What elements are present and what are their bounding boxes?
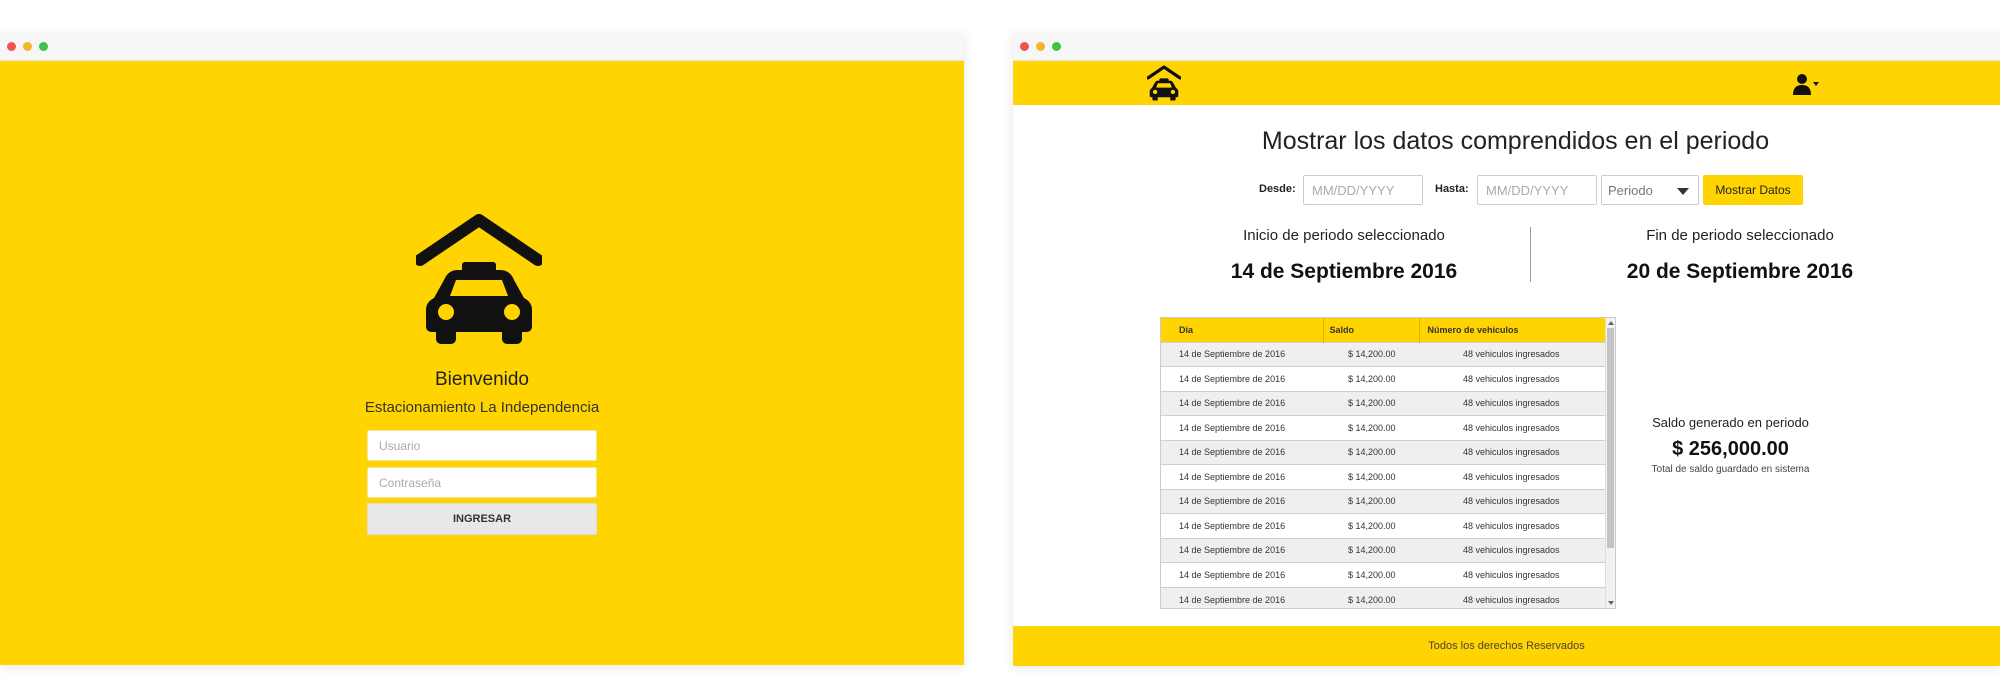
username-input[interactable]: Usuario <box>367 430 597 461</box>
period-select-value: Periodo <box>1608 183 1653 198</box>
window-chrome <box>0 33 964 61</box>
period-select[interactable]: Periodo <box>1601 175 1699 205</box>
table-row[interactable]: 14 de Septiembre de 2016 $ 14,200.00 48 ve… <box>1161 538 1607 563</box>
cell-balance: $ 14,200.00 <box>1348 594 1396 605</box>
cell-balance: $ 14,200.00 <box>1348 422 1396 433</box>
column-header-balance[interactable]: Saldo <box>1323 318 1420 342</box>
period-end-date: 20 de Septiembre 2016 <box>1626 260 1854 283</box>
cell-balance: $ 14,200.00 <box>1348 447 1396 458</box>
cell-vehicles: 48 vehiculos ingresados <box>1463 520 1560 531</box>
table-row[interactable]: 14 de Septiembre de 2016 $ 14,200.00 48 ve… <box>1161 366 1607 391</box>
cell-day: 14 de Septiembre de 2016 <box>1179 349 1286 360</box>
table-row[interactable]: 14 de Septiembre de 2016 $ 14,200.00 48 ve… <box>1161 342 1607 367</box>
from-date-input[interactable]: MM/DD/YYYY <box>1303 175 1423 205</box>
cell-day: 14 de Septiembre de 2016 <box>1179 520 1286 531</box>
close-window-icon[interactable] <box>1020 42 1029 51</box>
period-start-date: 14 de Septiembre 2016 <box>1230 260 1458 283</box>
cell-day: 14 de Septiembre de 2016 <box>1179 569 1286 580</box>
window-chrome <box>1013 33 2000 61</box>
cell-balance: $ 14,200.00 <box>1348 471 1396 482</box>
page-title: Mostrar los datos comprendidos en el per… <box>1261 127 1770 155</box>
cell-balance: $ 14,200.00 <box>1348 496 1396 507</box>
table-row[interactable]: 14 de Septiembre de 2016 $ 14,200.00 48 ve… <box>1161 587 1607 608</box>
table-row[interactable]: 14 de Septiembre de 2016 $ 14,200.00 48 ve… <box>1161 464 1607 489</box>
balance-label: Saldo generado en periodo <box>1652 415 1809 430</box>
cell-vehicles: 48 vehiculos ingresados <box>1463 545 1560 556</box>
login-button[interactable]: INGRESAR <box>367 503 597 535</box>
cell-balance: $ 14,200.00 <box>1348 520 1396 531</box>
period-end-label: Fin de periodo seleccionado <box>1646 227 1834 244</box>
scroll-up-icon[interactable] <box>1608 321 1614 325</box>
cell-vehicles: 48 vehiculos ingresados <box>1463 496 1560 507</box>
balance-summary: Saldo generado en periodo $ 256,000.00 T… <box>1613 415 1848 475</box>
daily-data-table[interactable]: Dia Saldo Número de vehiculos 14 de Sept… <box>1160 317 1616 609</box>
to-date-input[interactable]: MM/DD/YYYY <box>1477 175 1597 205</box>
cell-vehicles: 48 vehiculos ingresados <box>1463 422 1560 433</box>
dashboard-window: Mostrar los datos comprendidos en el per… <box>1013 33 2000 666</box>
cell-vehicles: 48 vehiculos ingresados <box>1463 398 1560 409</box>
table-row[interactable]: 14 de Septiembre de 2016 $ 14,200.00 48 ve… <box>1161 513 1607 538</box>
cell-balance: $ 14,200.00 <box>1348 398 1396 409</box>
login-window: Bienvenido Estacionamiento La Independen… <box>0 33 964 665</box>
cell-day: 14 de Septiembre de 2016 <box>1179 447 1286 458</box>
cell-balance: $ 14,200.00 <box>1348 373 1396 384</box>
cell-day: 14 de Septiembre de 2016 <box>1179 373 1286 384</box>
table-header-row: Dia Saldo Número de vehiculos <box>1161 318 1607 342</box>
from-label: Desde: <box>1259 183 1296 195</box>
garage-car-icon <box>416 214 542 344</box>
cell-vehicles: 48 vehiculos ingresados <box>1463 373 1560 384</box>
login-screen: Bienvenido Estacionamiento La Independen… <box>0 61 964 665</box>
table-row[interactable]: 14 de Septiembre de 2016 $ 14,200.00 48 ve… <box>1161 440 1607 465</box>
balance-note: Total de saldo guardado en sistema <box>1651 464 1810 475</box>
column-header-day[interactable]: Dia <box>1161 318 1324 342</box>
maximize-window-icon[interactable] <box>1052 42 1061 51</box>
cell-day: 14 de Septiembre de 2016 <box>1179 496 1286 507</box>
cell-balance: $ 14,200.00 <box>1348 349 1396 360</box>
table-row[interactable]: 14 de Septiembre de 2016 $ 14,200.00 48 ve… <box>1161 489 1607 514</box>
chevron-down-icon <box>1677 188 1689 195</box>
cell-vehicles: 48 vehiculos ingresados <box>1463 594 1560 605</box>
minimize-window-icon[interactable] <box>23 42 32 51</box>
cell-vehicles: 48 vehiculos ingresados <box>1463 349 1560 360</box>
show-data-button[interactable]: Mostrar Datos <box>1703 175 1803 205</box>
password-input[interactable]: Contraseña <box>367 467 597 498</box>
column-header-vehicles[interactable]: Número de vehiculos <box>1419 318 1607 342</box>
cell-day: 14 de Septiembre de 2016 <box>1179 422 1286 433</box>
close-window-icon[interactable] <box>7 42 16 51</box>
minimize-window-icon[interactable] <box>1036 42 1045 51</box>
garage-car-icon[interactable] <box>1147 65 1181 101</box>
cell-balance: $ 14,200.00 <box>1348 569 1396 580</box>
to-label: Hasta: <box>1435 183 1469 195</box>
cell-day: 14 de Septiembre de 2016 <box>1179 471 1286 482</box>
cell-vehicles: 48 vehiculos ingresados <box>1463 447 1560 458</box>
top-navbar <box>1013 61 2000 105</box>
cell-vehicles: 48 vehiculos ingresados <box>1463 569 1560 580</box>
cell-day: 14 de Septiembre de 2016 <box>1179 398 1286 409</box>
welcome-heading: Bienvenido <box>434 369 530 390</box>
period-filter: Desde: MM/DD/YYYY Hasta: MM/DD/YYYY Peri… <box>1013 173 2000 205</box>
scroll-down-icon[interactable] <box>1608 601 1614 605</box>
maximize-window-icon[interactable] <box>39 42 48 51</box>
dashboard-content: Mostrar los datos comprendidos en el per… <box>1013 105 2000 626</box>
user-menu-icon[interactable] <box>1791 73 1821 95</box>
balance-value: $ 256,000.00 <box>1672 438 1789 460</box>
footer: Todos los derechos Reservados <box>1013 626 2000 666</box>
table-row[interactable]: 14 de Septiembre de 2016 $ 14,200.00 48 ve… <box>1161 562 1607 587</box>
cell-day: 14 de Septiembre de 2016 <box>1179 545 1286 556</box>
cell-day: 14 de Septiembre de 2016 <box>1179 594 1286 605</box>
cell-vehicles: 48 vehiculos ingresados <box>1463 471 1560 482</box>
table-row[interactable]: 14 de Septiembre de 2016 $ 14,200.00 48 ve… <box>1161 415 1607 440</box>
cell-balance: $ 14,200.00 <box>1348 545 1396 556</box>
parking-name: Estacionamiento La Independencia <box>364 399 600 416</box>
period-divider <box>1530 227 1531 282</box>
period-start-label: Inicio de periodo seleccionado <box>1243 227 1445 244</box>
table-row[interactable]: 14 de Septiembre de 2016 $ 14,200.00 48 ve… <box>1161 391 1607 416</box>
